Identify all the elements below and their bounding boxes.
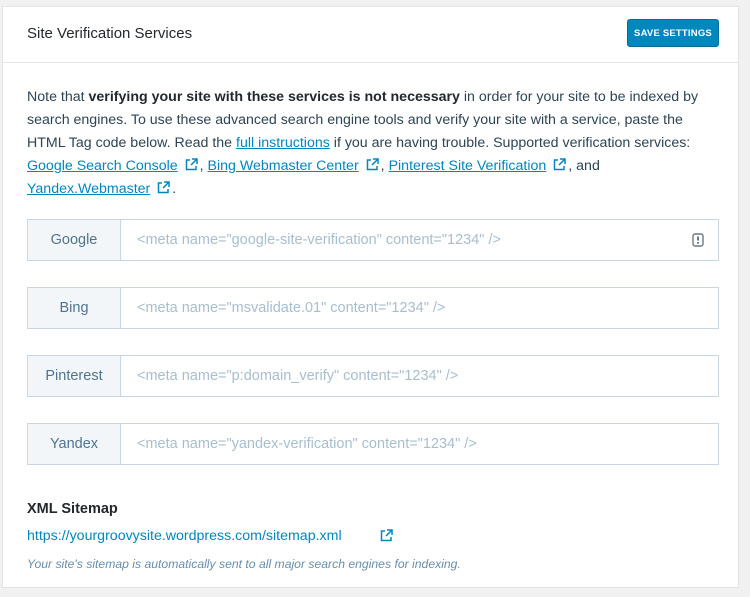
intro-text-part: Note that [27,89,89,105]
external-link-icon[interactable] [157,181,171,194]
site-verification-card: Site Verification Services SAVE SETTINGS… [2,6,739,588]
pinterest-label: Pinterest [28,356,121,396]
intro-text-part: if you are having trouble. Supported ver… [329,135,691,151]
external-link-icon[interactable] [553,158,567,171]
pinterest-verification-input[interactable] [121,356,718,396]
autofill-icon[interactable] [691,233,705,247]
sitemap-note: Your site's sitemap is automatically sen… [27,557,461,571]
external-link-icon[interactable] [366,158,379,171]
yandex-verification-row: Yandex [27,423,719,465]
google-verification-input[interactable] [121,220,718,260]
card-header: Site Verification Services SAVE SETTINGS [3,7,738,63]
intro-separator: , [199,158,208,174]
google-search-console-link[interactable]: Google Search Console [27,158,178,174]
card-title: Site Verification Services [27,25,193,42]
sitemap-url-link[interactable]: https://yourgroovysite.wordpress.com/sit… [27,528,342,544]
yandex-label: Yandex [28,424,121,464]
intro-bold-text: verifying your site with these services … [88,89,460,105]
save-settings-button[interactable]: SAVE SETTINGS [627,19,719,47]
intro-text: Note that verifying your site with these… [27,86,723,201]
intro-text-part: . [172,181,177,197]
intro-separator: , [380,158,389,174]
yandex-webmaster-link[interactable]: Yandex.Webmaster [27,181,150,197]
bing-verification-input[interactable] [121,288,718,328]
bing-label: Bing [28,288,121,328]
xml-sitemap-heading: XML Sitemap [27,501,118,517]
pinterest-site-verification-link[interactable]: Pinterest Site Verification [389,158,547,174]
pinterest-verification-row: Pinterest [27,355,719,397]
full-instructions-link[interactable]: full instructions [236,135,330,151]
bing-webmaster-center-link[interactable]: Bing Webmaster Center [208,158,359,174]
external-link-icon[interactable] [380,529,393,542]
external-link-icon[interactable] [185,158,198,171]
intro-separator: , and [568,158,600,174]
google-verification-row: Google [27,219,719,261]
yandex-verification-input[interactable] [121,424,718,464]
bing-verification-row: Bing [27,287,719,329]
google-label: Google [28,220,121,260]
